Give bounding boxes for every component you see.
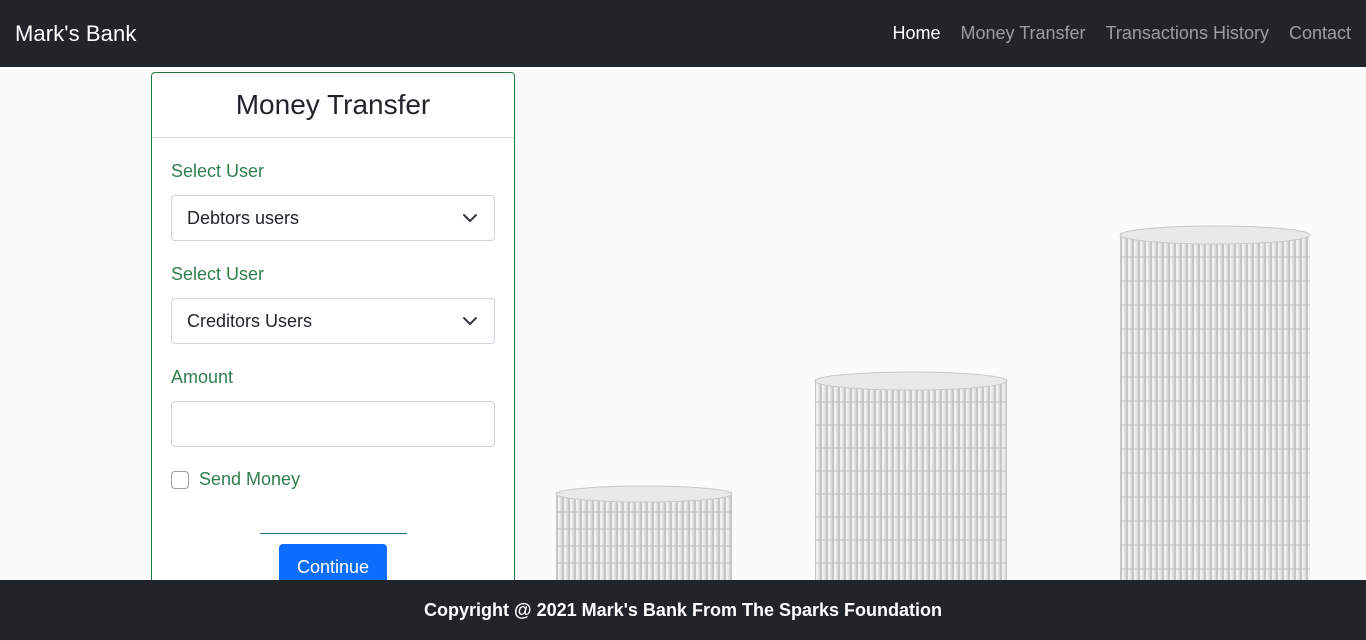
brand-logo[interactable]: Mark's Bank — [15, 21, 136, 47]
card-header: Money Transfer — [152, 73, 514, 138]
footer-copyright-text: Copyright @ 2021 Mark's Bank From The Sp… — [424, 599, 942, 620]
nav-money-transfer-link[interactable]: Money Transfer — [961, 23, 1086, 44]
divider-line — [260, 533, 407, 534]
send-money-checkbox[interactable] — [171, 470, 189, 489]
chevron-down-icon — [463, 214, 477, 222]
footer: Copyright @ 2021 Mark's Bank From The Sp… — [0, 580, 1366, 640]
debtor-select-label: Select User — [171, 161, 265, 181]
send-money-label[interactable]: Send Money — [199, 469, 300, 490]
creditor-select-label: Select User — [171, 264, 265, 284]
debtor-select[interactable]: Debtors users — [171, 195, 495, 241]
card-title: Money Transfer — [235, 89, 431, 120]
top-navbar: Mark's Bank Home Money Transfer Transact… — [0, 0, 1366, 67]
nav-home-link[interactable]: Home — [892, 23, 940, 44]
creditor-select[interactable]: Creditors Users — [171, 298, 495, 344]
chevron-down-icon — [463, 317, 477, 325]
creditor-select-value: Creditors Users — [187, 310, 313, 331]
nav-transactions-history-link[interactable]: Transactions History — [1106, 23, 1269, 44]
amount-label: Amount — [171, 367, 234, 387]
nav-links: Home Money Transfer Transactions History… — [892, 23, 1351, 44]
debtor-select-value: Debtors users — [187, 207, 300, 228]
amount-input[interactable] — [171, 401, 495, 447]
nav-contact-link[interactable]: Contact — [1289, 23, 1351, 44]
coins-background-image — [520, 67, 1366, 580]
send-money-row: Send Money — [171, 469, 300, 490]
money-transfer-card: Money Transfer Select User Debtors users… — [151, 72, 515, 592]
